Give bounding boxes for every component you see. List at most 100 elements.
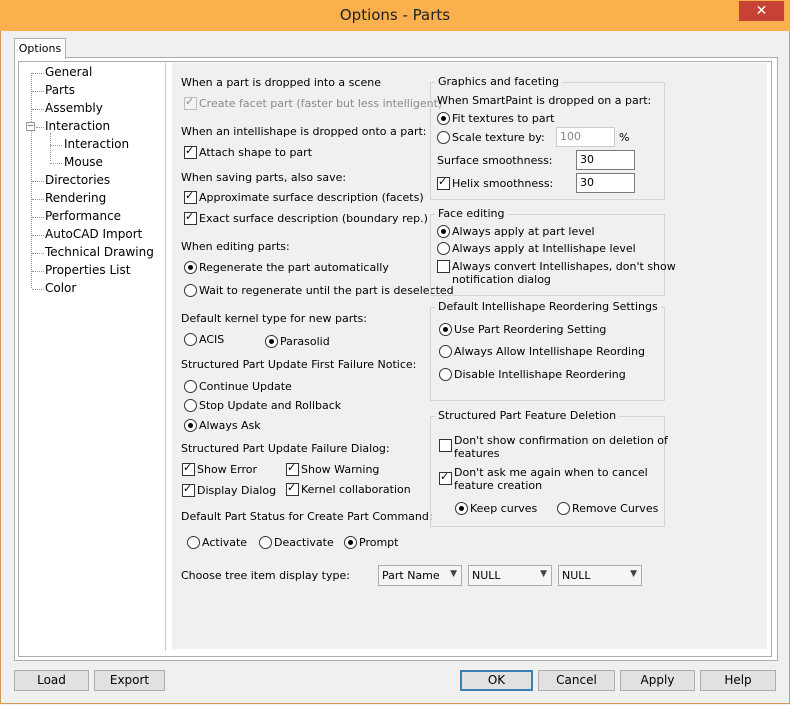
tree-line xyxy=(32,109,44,110)
display-dialog-checkbox[interactable] xyxy=(182,482,195,497)
regenerate-auto-radio[interactable] xyxy=(184,261,197,274)
select-value: Part Name xyxy=(382,569,440,582)
always-allow-reordering-radio[interactable] xyxy=(439,345,452,358)
part-level-radio[interactable] xyxy=(437,225,450,238)
kernel-collab-checkbox[interactable] xyxy=(286,481,299,496)
disable-reordering-radio[interactable] xyxy=(439,368,452,381)
dont-show-confirmation-checkbox[interactable] xyxy=(439,439,452,452)
continue-update-radio[interactable] xyxy=(184,380,197,393)
dont-ask-cancel-label-2: feature creation xyxy=(454,479,543,492)
tree-item-parts[interactable]: Parts xyxy=(45,83,75,97)
dont-ask-cancel-label-1: Don't ask me again when to cancel xyxy=(454,466,648,479)
stop-update-radio[interactable] xyxy=(184,399,197,412)
export-button[interactable]: Export xyxy=(94,670,165,691)
helix-smoothness-label: Helix smoothness: xyxy=(452,177,554,190)
part-level-label: Always apply at part level xyxy=(452,225,595,238)
show-warning-checkbox[interactable] xyxy=(286,461,299,476)
always-ask-radio[interactable] xyxy=(184,419,197,432)
activate-radio[interactable] xyxy=(187,536,200,549)
tree-line xyxy=(32,235,44,236)
select-value: NULL xyxy=(562,569,591,582)
tree-item-technical-drawing[interactable]: Technical Drawing xyxy=(45,245,154,259)
drop-heading: When a part is dropped into a scene xyxy=(181,76,381,89)
tree-item-rendering[interactable]: Rendering xyxy=(45,191,106,205)
tree-line xyxy=(32,199,44,200)
remove-curves-radio[interactable] xyxy=(557,502,570,515)
parasolid-radio[interactable] xyxy=(265,335,278,348)
tree-item-interaction-sub[interactable]: Interaction xyxy=(64,137,129,151)
use-part-reordering-radio[interactable] xyxy=(439,323,452,336)
cancel-button[interactable]: Cancel xyxy=(538,670,615,691)
approx-surface-checkbox[interactable] xyxy=(184,189,197,204)
tree-item-assembly[interactable]: Assembly xyxy=(45,101,103,115)
load-button[interactable]: Load xyxy=(14,670,89,691)
tree-line xyxy=(32,289,44,290)
keep-curves-radio[interactable] xyxy=(455,502,468,515)
tab-options[interactable]: Options xyxy=(14,38,66,59)
window-title: Options - Parts xyxy=(339,6,451,24)
apply-button[interactable]: Apply xyxy=(620,670,695,691)
tree-item-autocad-import[interactable]: AutoCAD Import xyxy=(45,227,142,241)
tree-display-label: Choose tree item display type: xyxy=(181,569,350,582)
create-facet-checkbox[interactable] xyxy=(184,95,197,110)
smartpaint-heading: When SmartPaint is dropped on a part: xyxy=(437,94,652,107)
tree-display-select-3[interactable]: NULL ▼ xyxy=(558,565,642,586)
always-ask-label: Always Ask xyxy=(199,419,261,432)
tree-display-select-1[interactable]: Part Name ▼ xyxy=(378,565,462,586)
show-error-checkbox[interactable] xyxy=(182,461,195,476)
use-part-reordering-label: Use Part Reordering Setting xyxy=(454,323,607,336)
tree-item-performance[interactable]: Performance xyxy=(45,209,121,223)
prompt-radio[interactable] xyxy=(344,536,357,549)
select-value: NULL xyxy=(472,569,501,582)
close-button[interactable]: ✕ xyxy=(739,1,784,21)
help-button[interactable]: Help xyxy=(700,670,776,691)
chevron-down-icon: ▼ xyxy=(630,569,637,579)
attach-shape-checkbox[interactable] xyxy=(184,144,197,159)
tree-item-directories[interactable]: Directories xyxy=(45,173,110,187)
continue-update-label: Continue Update xyxy=(199,380,292,393)
tree-line xyxy=(32,181,44,182)
intellishape-level-radio[interactable] xyxy=(437,242,450,255)
tree-item-general[interactable]: General xyxy=(45,65,92,79)
collapse-icon[interactable]: − xyxy=(26,122,35,131)
approx-surface-label: Approximate surface description (facets) xyxy=(199,191,424,204)
scale-texture-input[interactable]: 100 xyxy=(556,127,615,147)
helix-smoothness-checkbox[interactable] xyxy=(437,175,450,190)
convert-intellishapes-checkbox[interactable] xyxy=(437,260,450,273)
tree-item-properties-list[interactable]: Properties List xyxy=(45,263,130,277)
tree-item-color[interactable]: Color xyxy=(45,281,76,295)
tree-line xyxy=(32,271,44,272)
dont-ask-cancel-checkbox[interactable] xyxy=(439,470,452,485)
fit-textures-radio[interactable] xyxy=(437,112,450,125)
parasolid-label: Parasolid xyxy=(280,335,330,348)
dont-show-confirmation-label-1: Don't show confirmation on deletion of xyxy=(454,434,668,447)
wait-regenerate-radio[interactable] xyxy=(184,284,197,297)
show-warning-label: Show Warning xyxy=(301,463,380,476)
ok-button[interactable]: OK xyxy=(460,670,533,691)
remove-curves-label: Remove Curves xyxy=(572,502,659,515)
dont-show-confirmation-label-2: features xyxy=(454,447,500,460)
deactivate-radio[interactable] xyxy=(259,536,272,549)
acis-radio[interactable] xyxy=(184,333,197,346)
tree-item-mouse[interactable]: Mouse xyxy=(64,155,103,169)
tree-line xyxy=(32,217,44,218)
tree-line xyxy=(32,91,44,92)
tree-line xyxy=(32,253,44,254)
exact-surface-checkbox[interactable] xyxy=(184,210,197,225)
tree-line xyxy=(36,127,44,128)
tree-display-select-2[interactable]: NULL ▼ xyxy=(468,565,552,586)
chevron-down-icon: ▼ xyxy=(450,569,457,579)
show-error-label: Show Error xyxy=(197,463,257,476)
helix-smoothness-input[interactable]: 30 xyxy=(576,173,635,193)
regenerate-auto-label: Regenerate the part automatically xyxy=(199,261,389,274)
scale-texture-radio[interactable] xyxy=(437,131,450,144)
surface-smoothness-input[interactable]: 30 xyxy=(576,150,635,170)
display-dialog-label: Display Dialog xyxy=(197,484,277,497)
deactivate-label: Deactivate xyxy=(274,536,334,549)
saving-heading: When saving parts, also save: xyxy=(181,171,347,184)
tree-line xyxy=(50,145,62,146)
kernel-heading: Default kernel type for new parts: xyxy=(181,312,367,325)
prompt-label: Prompt xyxy=(359,536,399,549)
convert-intellishapes-label-1: Always convert Intellishapes, don't show xyxy=(452,260,676,273)
tree-item-interaction[interactable]: Interaction xyxy=(45,119,110,133)
